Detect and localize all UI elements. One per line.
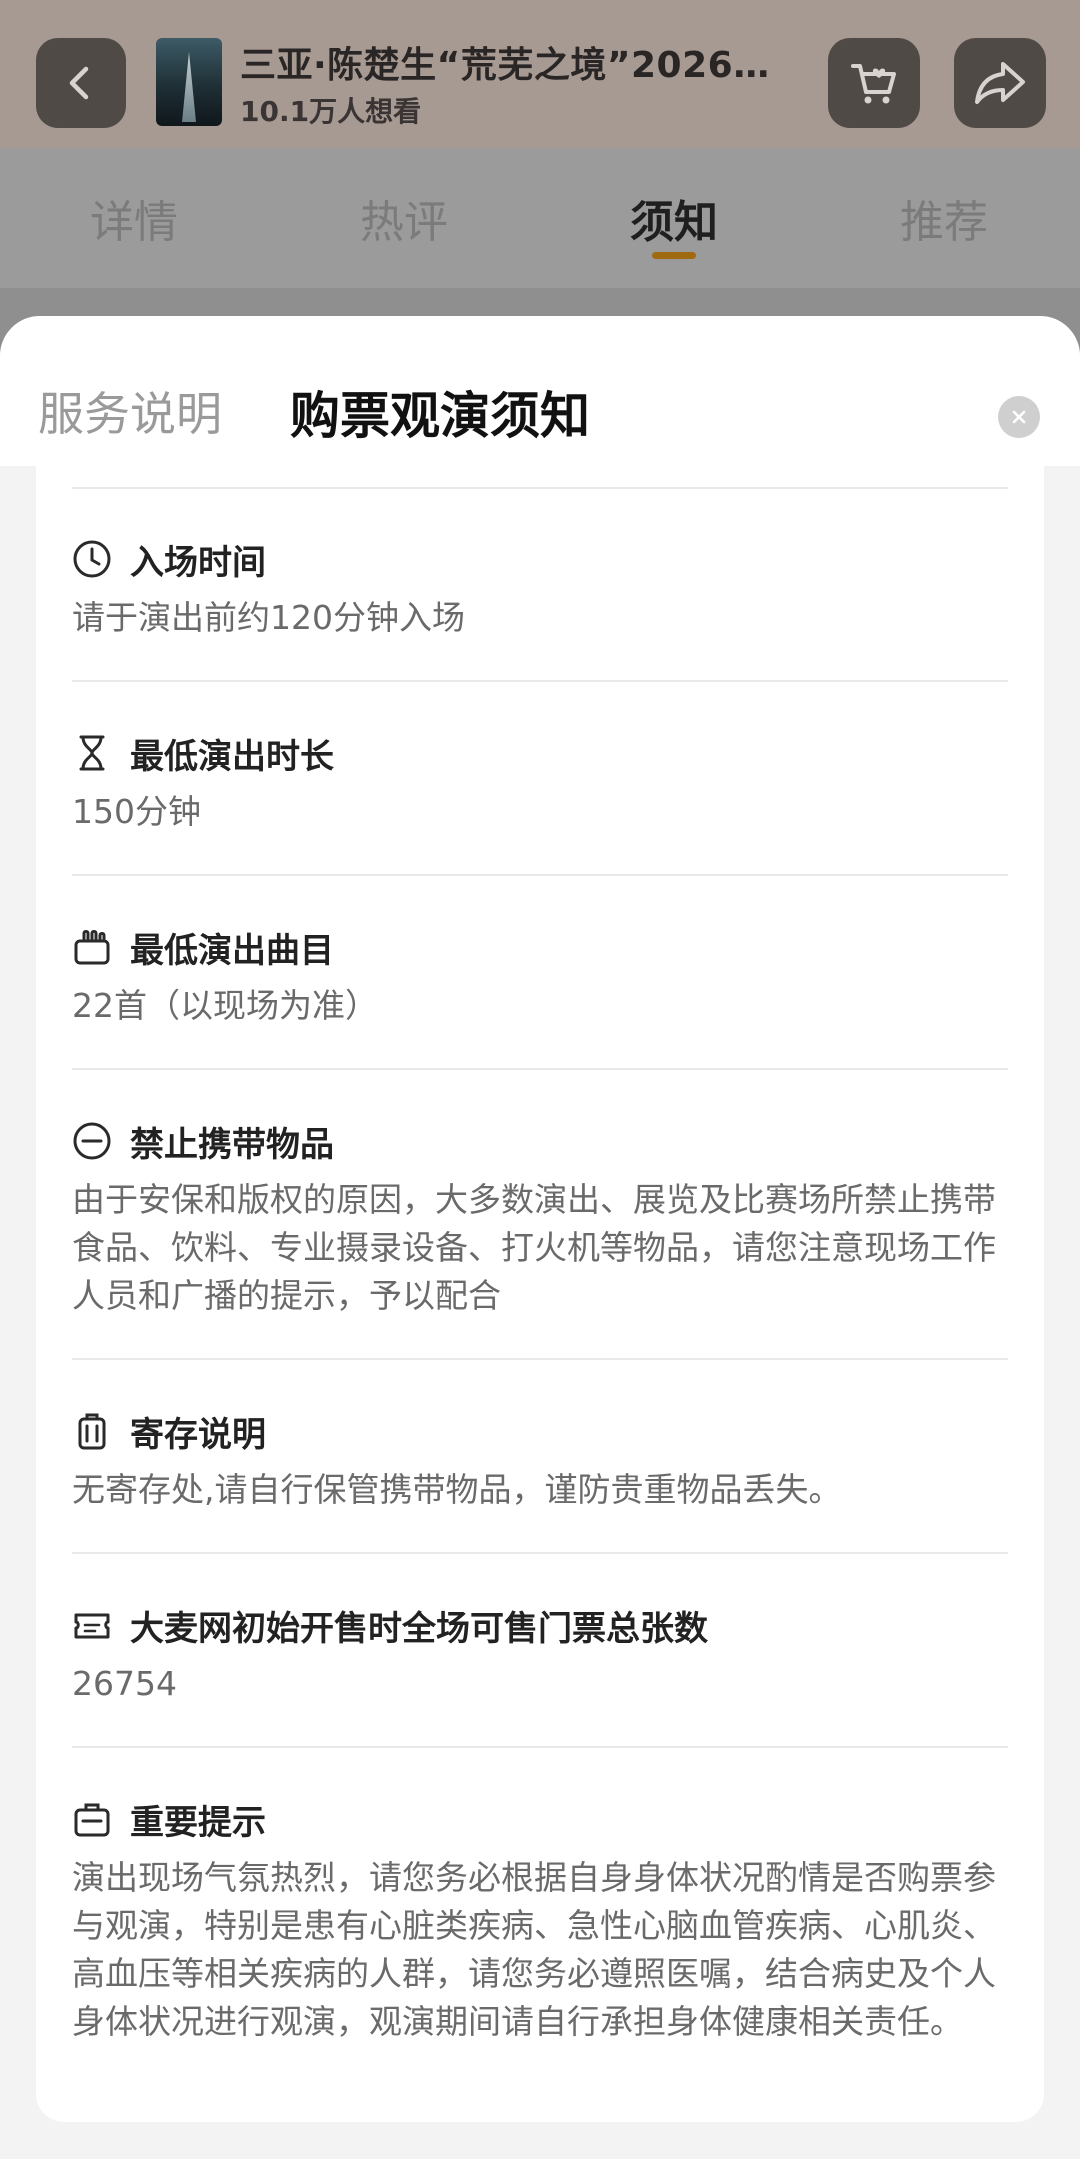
notice-item-min-songs: 最低演出曲目 22首（以现场为准）	[72, 922, 1008, 1030]
notice-item-storage: 寄存说明 无寄存处,请自行保管携带物品，谨防贵重物品丢失。	[72, 1406, 1008, 1514]
forbidden-icon	[72, 1121, 112, 1161]
share-icon	[975, 62, 1025, 104]
notice-item-label: 大麦网初始开售时全场可售门票总张数	[130, 1608, 708, 1649]
tab-bar: 详情 热评 须知 推荐	[0, 148, 1080, 288]
notice-item-label: 入场时间	[130, 542, 266, 583]
close-button[interactable]	[998, 396, 1040, 438]
notice-item-label: 寄存说明	[130, 1414, 266, 1455]
notice-item-body: 请于演出前约120分钟入场	[72, 598, 465, 637]
hourglass-icon	[72, 733, 112, 773]
cart-button[interactable]	[828, 38, 920, 128]
back-button[interactable]	[36, 38, 126, 128]
luggage-icon	[72, 1411, 112, 1451]
notice-item-forbidden: 禁止携带物品 由于安保和版权的原因，大多数演出、展览及比赛场所禁止携带食品、饮料…	[72, 1116, 1008, 1320]
close-icon	[1012, 410, 1026, 424]
event-title[interactable]: 三亚·陈楚生“荒芜之境”2026…	[240, 36, 780, 88]
divider	[72, 680, 1008, 682]
notice-item-min-duration: 最低演出时长 150分钟	[72, 728, 1008, 836]
want-to-see-count: 10.1万人想看	[240, 95, 422, 128]
divider	[72, 487, 1008, 489]
ticket-icon	[72, 1605, 112, 1645]
chevron-left-icon	[69, 66, 89, 100]
divider	[72, 1358, 1008, 1360]
sheet-tab-service[interactable]: 服务说明	[38, 378, 222, 444]
notice-item-body: 150分钟	[72, 792, 201, 831]
notice-item-body: 演出现场气氛热烈，请您务必根据自身身体状况酌情是否购票参与观演，特别是患有心脏类…	[72, 1858, 996, 2041]
notice-item-body: 26754	[72, 1664, 177, 1703]
divider	[72, 874, 1008, 876]
active-tab-indicator	[652, 252, 696, 259]
music-list-icon	[72, 927, 112, 967]
notice-item-label: 最低演出曲目	[130, 930, 334, 971]
tab-details[interactable]: 详情	[64, 186, 204, 250]
notice-item-body: 由于安保和版权的原因，大多数演出、展览及比赛场所禁止携带食品、饮料、专业摄录设备…	[72, 1180, 996, 1315]
notice-item-body: 无寄存处,请自行保管携带物品，谨防贵重物品丢失。	[72, 1470, 842, 1509]
divider	[72, 1068, 1008, 1070]
tab-reviews[interactable]: 热评	[334, 186, 474, 250]
briefcase-icon	[72, 1799, 112, 1839]
cart-icon	[851, 64, 896, 104]
notice-item-total-tickets: 大麦网初始开售时全场可售门票总张数 26754	[72, 1600, 1008, 1708]
sheet-header: 服务说明 购票观演须知	[0, 316, 1080, 466]
notice-item-important: 重要提示 演出现场气氛热烈，请您务必根据自身身体状况酌情是否购票参与观演，特别是…	[72, 1794, 1008, 2046]
sheet-tab-notice[interactable]: 购票观演须知	[290, 376, 590, 448]
notice-item-label: 重要提示	[130, 1802, 266, 1843]
top-bar: 三亚·陈楚生“荒芜之境”2026… 10.1万人想看	[0, 0, 1080, 148]
notice-sheet: 服务说明 购票观演须知 入场时间 请于演出前约120分钟入场 最低演出时长 15…	[0, 316, 1080, 2159]
notice-item-body: 22首（以现场为准）	[72, 986, 378, 1025]
clock-icon	[72, 539, 112, 579]
tab-recommend[interactable]: 推荐	[874, 186, 1014, 250]
divider	[72, 1746, 1008, 1748]
notice-item-label: 禁止携带物品	[130, 1124, 334, 1165]
notice-card: 入场时间 请于演出前约120分钟入场 最低演出时长 150分钟 最低演出曲目 2…	[36, 466, 1044, 2122]
share-button[interactable]	[954, 38, 1046, 128]
tab-notice[interactable]: 须知	[604, 186, 744, 250]
notice-item-entry-time: 入场时间 请于演出前约120分钟入场	[72, 534, 1008, 642]
notice-item-label: 最低演出时长	[130, 736, 334, 777]
divider	[72, 1552, 1008, 1554]
event-poster[interactable]	[156, 38, 222, 126]
